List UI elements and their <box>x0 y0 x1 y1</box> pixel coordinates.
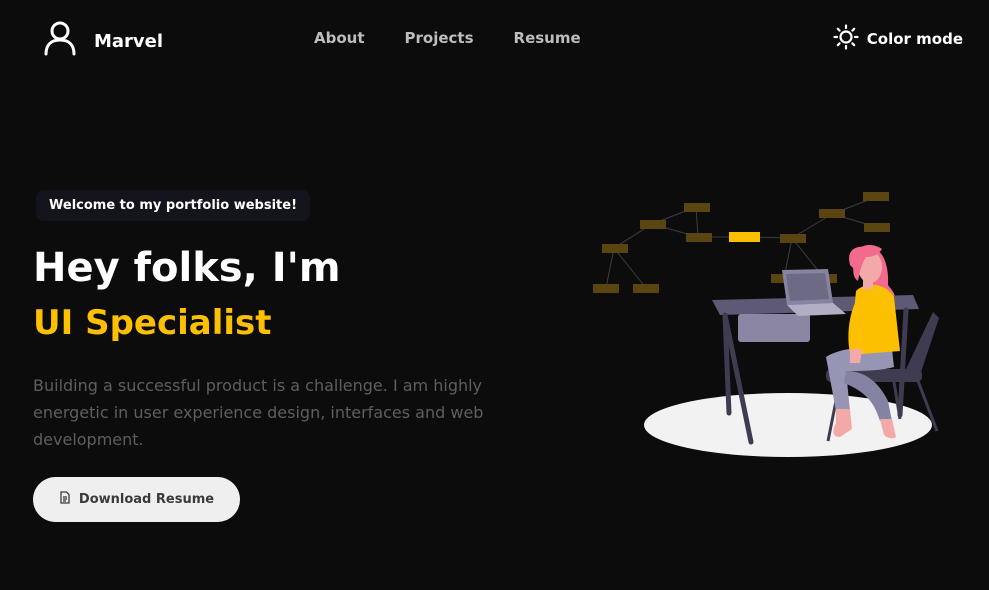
download-resume-label: Download Resume <box>78 492 215 507</box>
download-resume-button[interactable]: Download Resume <box>33 477 240 522</box>
brand-link[interactable]: Marvel <box>42 20 163 56</box>
hero-intro: Building a successful product is a chall… <box>33 376 484 449</box>
hero-illustration <box>593 192 939 457</box>
document-icon <box>59 491 71 508</box>
color-mode-toggle[interactable]: Color mode <box>833 24 963 54</box>
nav-link-about[interactable]: About <box>314 28 365 48</box>
brand-name: Marvel <box>94 30 164 52</box>
nav-link-resume[interactable]: Resume <box>514 28 581 48</box>
hero-headline: Hey folks, I'm <box>33 245 341 291</box>
welcome-badge: Welcome to my portfolio website! <box>36 190 310 221</box>
page: Marvel About Projects Resume Color mode … <box>0 0 989 590</box>
color-mode-label: Color mode <box>866 30 963 48</box>
user-icon <box>42 20 78 56</box>
hero-role: UI Specialist <box>33 303 272 343</box>
sun-icon <box>833 24 859 54</box>
main-nav: About Projects Resume <box>314 28 581 48</box>
nav-link-projects[interactable]: Projects <box>405 28 474 48</box>
